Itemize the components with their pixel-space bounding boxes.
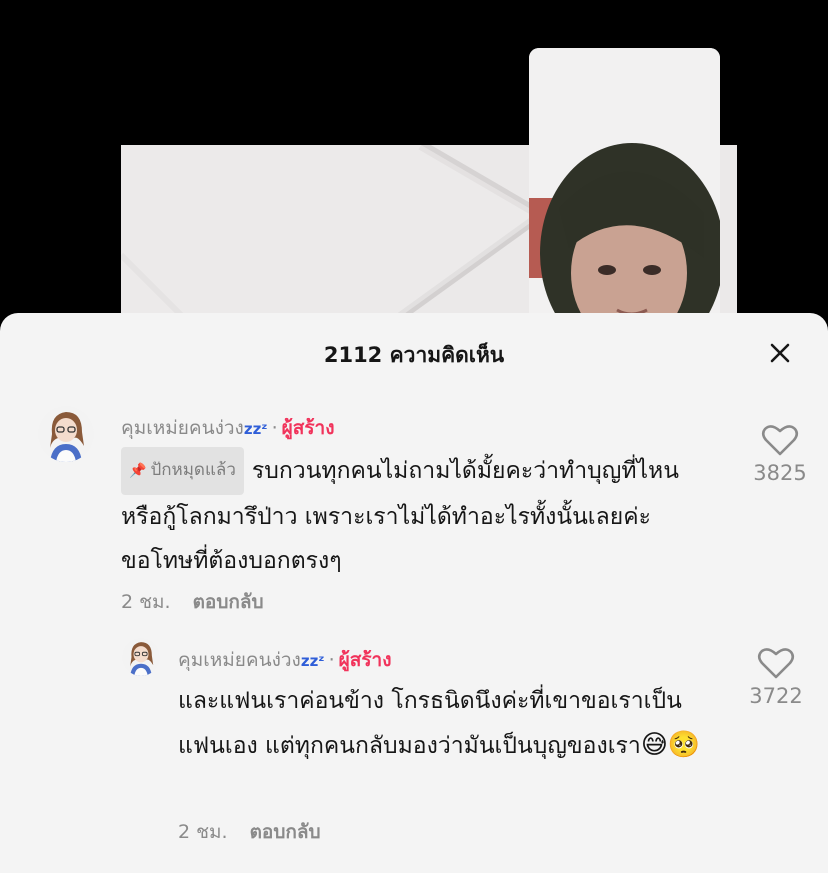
comment-count: 2112	[323, 343, 383, 367]
comment-text-block: และแฟนเราค่อนข้าง โกรธนิดนึงค่ะที่เขาขอเ…	[178, 679, 728, 768]
separator-dot: ·	[271, 417, 278, 439]
close-button[interactable]	[764, 337, 796, 369]
avatar[interactable]	[122, 638, 160, 676]
like-count: 3722	[749, 684, 803, 708]
username[interactable]: คุมเหม่ยคนง่วง	[178, 649, 301, 671]
username[interactable]: คุมเหม่ยคนง่วง	[121, 417, 244, 439]
separator-dot: ·	[328, 649, 335, 671]
avatar[interactable]	[38, 406, 94, 462]
sheet-title: 2112 ความคิดเห็น	[0, 339, 828, 372]
heart-icon[interactable]	[757, 646, 795, 680]
comment-text: และแฟนเราค่อนข้าง โกรธนิดนึงค่ะที่เขาขอเ…	[178, 688, 682, 759]
zzz-icon: zzᶻ	[243, 420, 268, 438]
creator-badge: ผู้สร้าง	[281, 417, 335, 439]
reply-button[interactable]: ตอบกลับ	[193, 591, 264, 613]
like-control[interactable]: 3722	[736, 646, 816, 708]
pin-icon: 📌	[129, 463, 147, 479]
pinned-label: ปักหมุดแล้ว	[150, 460, 236, 480]
comment-meta: 2 ชม. ตอบกลับ	[178, 817, 321, 847]
camera-preview[interactable]	[529, 48, 720, 330]
comment-header: คุมเหม่ยคนง่วงzzᶻ · ผู้สร้าง	[121, 413, 335, 443]
video-area[interactable]	[0, 0, 828, 330]
comment-time: 2 ชม.	[178, 821, 228, 843]
comments-sheet: 2112 ความคิดเห็น คุมเหม่ยคนง่วงzzᶻ · ผู้สร…	[0, 313, 828, 873]
zzz-icon: zzᶻ	[300, 652, 325, 670]
emoji-group: 😅🥺	[640, 730, 701, 760]
like-count: 3825	[753, 461, 807, 485]
comment-text-block: 📌 ปักหมุดแล้ว รบกวนทุกคนไม่ถามได้มั้ยคะว่า…	[121, 447, 721, 583]
pinned-badge: 📌 ปักหมุดแล้ว	[121, 447, 244, 495]
comment-time: 2 ชม.	[121, 591, 171, 613]
like-control[interactable]: 3825	[740, 423, 820, 485]
comment-header: คุมเหม่ยคนง่วงzzᶻ · ผู้สร้าง	[178, 645, 392, 675]
close-icon	[770, 343, 790, 363]
reply-button[interactable]: ตอบกลับ	[250, 821, 321, 843]
comment-count-label: ความคิดเห็น	[389, 343, 505, 367]
heart-icon[interactable]	[761, 423, 799, 457]
creator-badge: ผู้สร้าง	[338, 649, 392, 671]
comment-meta: 2 ชม. ตอบกลับ	[121, 587, 264, 617]
